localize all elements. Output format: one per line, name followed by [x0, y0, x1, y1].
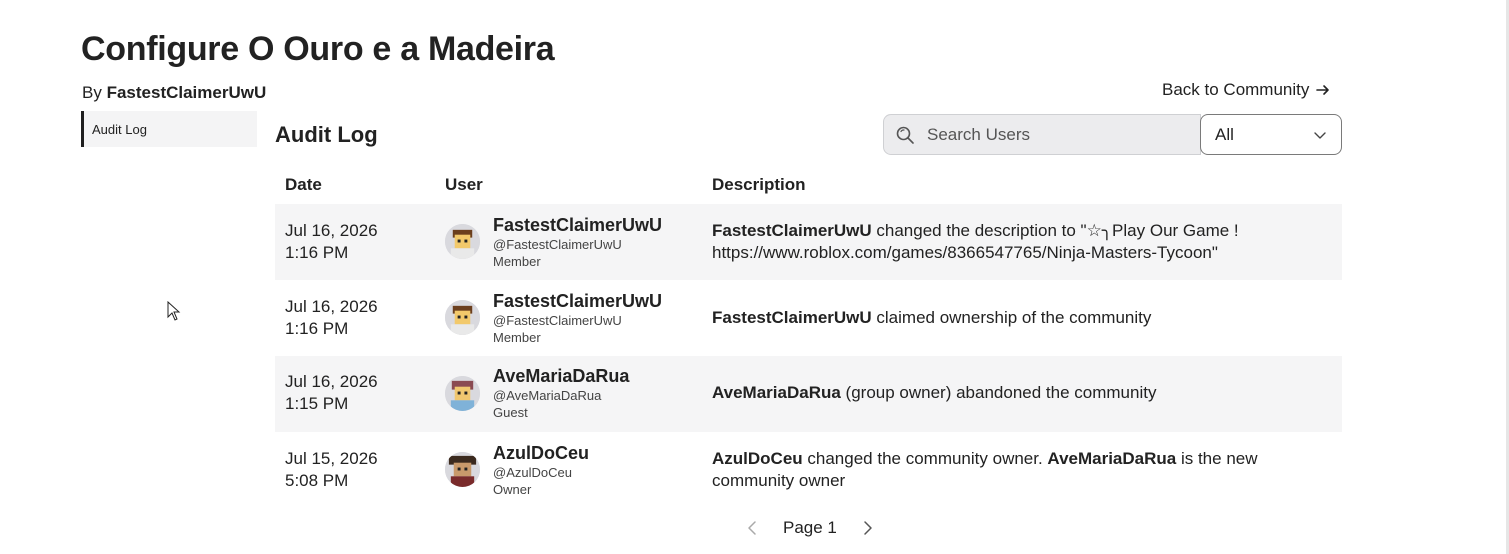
row-date-time: 1:16 PM [285, 243, 349, 262]
search-icon [896, 126, 914, 144]
row-description: AveMariaDaRua (group owner) abandoned th… [712, 382, 1312, 404]
desc-text: claimed ownership of the community [871, 308, 1152, 327]
avatar[interactable] [445, 300, 480, 335]
chevron-left-icon[interactable] [745, 520, 761, 536]
avatar-image [445, 376, 480, 411]
user-role: Member [493, 254, 541, 269]
filter-selected-value: All [1215, 124, 1234, 144]
back-to-community-link[interactable]: Back to Community [1162, 80, 1331, 100]
row-date: Jul 16, 2026 1:16 PM [285, 296, 378, 340]
row-date: Jul 16, 2026 1:15 PM [285, 371, 378, 415]
table-row: Jul 16, 2026 1:16 PM FastestClaimerUwU @… [275, 204, 1342, 280]
column-header-date: Date [285, 175, 322, 194]
mouse-cursor-icon [167, 301, 181, 321]
table-row: Jul 16, 2026 1:15 PM AveMariaDaRua @AveM… [275, 356, 1342, 432]
avatar-image [445, 452, 480, 487]
row-date-day: Jul 15, 2026 [285, 449, 378, 468]
chevron-right-icon[interactable] [859, 520, 875, 536]
byline: By FastestClaimerUwU [82, 83, 266, 103]
avatar[interactable] [445, 376, 480, 411]
row-date-time: 1:16 PM [285, 319, 349, 338]
desc-actor: AzulDoCeu [712, 449, 803, 468]
table-header: Date User Description [275, 168, 1342, 204]
row-description: FastestClaimerUwU changed the descriptio… [712, 220, 1312, 264]
desc-actor: FastestClaimerUwU [712, 308, 872, 327]
section-title: Audit Log [275, 122, 378, 147]
column-header-user: User [445, 175, 483, 194]
row-description: AzulDoCeu changed the community owner. A… [712, 448, 1312, 492]
row-date-time: 1:15 PM [285, 394, 349, 413]
user-role: Owner [493, 482, 532, 497]
table-row: Jul 16, 2026 1:16 PM FastestClaimerUwU @… [275, 280, 1342, 356]
sidebar-item-audit-log[interactable]: Audit Log [81, 111, 257, 147]
page-title: Configure O Ouro e a Madeira [81, 30, 555, 68]
chevron-down-icon [1314, 131, 1326, 139]
desc-text: changed the community owner. [802, 449, 1048, 468]
user-handle: @AzulDoCeu [493, 465, 572, 480]
user-display-name[interactable]: FastestClaimerUwU [493, 290, 662, 312]
user-role: Member [493, 330, 541, 345]
desc-actor-2: AveMariaDaRua [1047, 449, 1177, 468]
user-handle: @AveMariaDaRua [493, 388, 602, 403]
desc-actor: FastestClaimerUwU [712, 221, 872, 240]
pagination: Page 1 [745, 518, 875, 538]
row-date: Jul 16, 2026 1:16 PM [285, 220, 378, 264]
avatar[interactable] [445, 452, 480, 487]
search-box [883, 114, 1201, 155]
desc-actor: AveMariaDaRua [712, 383, 841, 402]
owner-name: FastestClaimerUwU [106, 83, 267, 102]
row-date-time: 5:08 PM [285, 471, 349, 490]
column-header-description: Description [712, 175, 806, 194]
user-info: FastestClaimerUwU @FastestClaimerUwU Mem… [493, 290, 662, 346]
search-users-input[interactable] [925, 123, 1189, 146]
row-date-day: Jul 16, 2026 [285, 221, 378, 240]
filter-select[interactable]: All [1200, 114, 1342, 155]
arrow-right-icon [1316, 85, 1330, 95]
row-description: FastestClaimerUwU claimed ownership of t… [712, 307, 1312, 329]
user-display-name[interactable]: FastestClaimerUwU [493, 214, 662, 236]
back-link-label: Back to Community [1162, 80, 1310, 99]
user-display-name[interactable]: AveMariaDaRua [493, 365, 629, 387]
user-role: Guest [493, 405, 528, 420]
table-row: Jul 15, 2026 5:08 PM AzulDoCeu @AzulDoCe… [275, 432, 1342, 508]
row-date-day: Jul 16, 2026 [285, 297, 378, 316]
desc-text: (group owner) abandoned the community [840, 383, 1157, 402]
user-info: AveMariaDaRua @AveMariaDaRua Guest [493, 365, 629, 421]
page-label: Page 1 [783, 518, 837, 537]
user-handle: @FastestClaimerUwU [493, 237, 622, 252]
byline-prefix: By [82, 83, 102, 102]
avatar-image [445, 224, 480, 259]
row-date: Jul 15, 2026 5:08 PM [285, 448, 378, 492]
audit-log-table: Date User Description Jul 16, 2026 1:16 … [275, 168, 1342, 508]
sidebar-item-label: Audit Log [92, 121, 147, 137]
user-info: FastestClaimerUwU @FastestClaimerUwU Mem… [493, 214, 662, 270]
avatar[interactable] [445, 224, 480, 259]
avatar-image [445, 300, 480, 335]
user-display-name[interactable]: AzulDoCeu [493, 442, 589, 464]
row-date-day: Jul 16, 2026 [285, 372, 378, 391]
user-handle: @FastestClaimerUwU [493, 313, 622, 328]
user-info: AzulDoCeu @AzulDoCeu Owner [493, 442, 589, 498]
